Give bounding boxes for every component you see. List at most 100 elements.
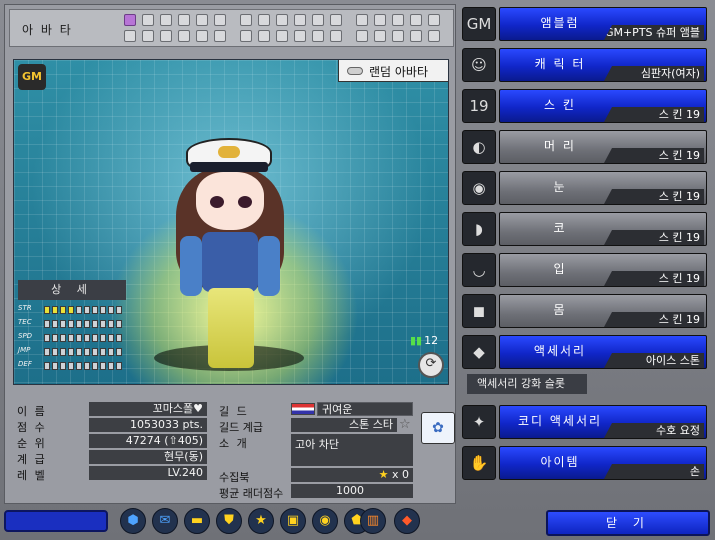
avatar-slot[interactable] <box>330 30 342 42</box>
stat-cell <box>44 348 50 356</box>
character-arm <box>258 236 280 296</box>
accessory-icon[interactable]: ◆ <box>462 335 496 369</box>
stat-detail-title[interactable]: 상 세 <box>18 280 126 300</box>
intro-label: 소 개 <box>219 437 249 450</box>
hand-icon[interactable]: ✋ <box>462 446 496 480</box>
codi-accessory-icon[interactable]: ✦ <box>462 405 496 439</box>
accessory-upgrade-slot-label[interactable]: 액세서리 강화 슬롯 <box>467 374 587 394</box>
level-value: LV.240 <box>89 466 207 480</box>
menu-button[interactable]: 코스 킨 19 <box>499 212 707 246</box>
character-legs <box>208 288 254 368</box>
menu-button[interactable]: 눈스 킨 19 <box>499 171 707 205</box>
avatar-slot[interactable] <box>410 30 422 42</box>
menu-row: ◗ 코 스 킨 19 <box>461 209 711 249</box>
avatar-slot[interactable] <box>258 14 270 26</box>
menu-button[interactable]: 입스 킨 19 <box>499 253 707 287</box>
avatar-slot[interactable] <box>356 30 368 42</box>
avatar-slot[interactable] <box>276 14 288 26</box>
avatar-slot[interactable] <box>392 30 404 42</box>
avatar-slot[interactable] <box>196 14 208 26</box>
avatar-slot[interactable] <box>410 14 422 26</box>
avatar-slot[interactable] <box>276 30 288 42</box>
random-avatar-button[interactable]: 랜덤 아바타 <box>338 60 448 82</box>
avatar-slot[interactable] <box>374 14 386 26</box>
shop-icon[interactable]: ⬢ <box>120 508 146 534</box>
avatar-slot[interactable] <box>428 14 440 26</box>
menu-button[interactable]: 머 리스 킨 19 <box>499 130 707 164</box>
avatar-slot[interactable] <box>142 30 154 42</box>
avatar-slot[interactable] <box>294 30 306 42</box>
guild-grade-star-icon: ☆ <box>399 417 411 432</box>
stat-cell <box>76 362 82 370</box>
card-icon[interactable]: ◆ <box>394 508 420 534</box>
close-button[interactable]: 닫 기 <box>546 510 710 536</box>
avatar-slot[interactable] <box>356 14 368 26</box>
avatar-slot[interactable] <box>214 14 226 26</box>
bag-icon[interactable]: ▣ <box>280 508 306 534</box>
item-icon[interactable]: ▬ <box>184 508 210 534</box>
menu-label: 눈 <box>553 180 567 194</box>
avatar-slot[interactable] <box>142 14 154 26</box>
menu-row: GM 앰블럼 GM+PTS 슈퍼 앰블럼 <box>461 4 711 44</box>
star-icon[interactable]: ★ <box>248 508 274 534</box>
avatar-slot[interactable] <box>178 14 190 26</box>
stat-cell <box>60 348 66 356</box>
gm-emblem-icon[interactable]: GM <box>462 7 496 41</box>
menu-button[interactable]: 액세서리 아이스 스톤 <box>499 335 707 369</box>
mouth-icon[interactable]: ◡ <box>462 253 496 287</box>
menu-button[interactable]: 캐 릭 터 심판자(여자) <box>499 48 707 82</box>
stat-cell <box>116 320 122 328</box>
ranking-icon[interactable]: ▥ <box>360 508 386 534</box>
rotate-view-icon[interactable]: ⟳ <box>418 352 444 378</box>
avatar-slot[interactable] <box>124 30 136 42</box>
toggle-pill-icon <box>347 67 363 75</box>
avatar-slot[interactable] <box>312 30 324 42</box>
stat-cell <box>68 362 74 370</box>
menu-button[interactable]: 코디 액세서리 수호 요정 <box>499 405 707 439</box>
avatar-slot[interactable] <box>240 14 252 26</box>
menu-button[interactable]: 앰블럼 GM+PTS 슈퍼 앰블럼 <box>499 7 707 41</box>
stat-cell <box>108 306 114 314</box>
avatar-slot[interactable] <box>294 14 306 26</box>
shield-icon[interactable]: ⛊ <box>216 508 242 534</box>
stat-cell <box>76 334 82 342</box>
avatar-slot[interactable] <box>428 30 440 42</box>
menu-button[interactable]: 스 킨스 킨 19 <box>499 89 707 123</box>
body-icon[interactable]: ◼ <box>462 294 496 328</box>
stat-cell <box>116 306 122 314</box>
character-icon[interactable]: ☺ <box>462 48 496 82</box>
menu-row: ◉ 눈 스 킨 19 <box>461 168 711 208</box>
eyes-icon[interactable]: ◉ <box>462 171 496 205</box>
avatar-slot[interactable] <box>312 14 324 26</box>
avatar-slot[interactable] <box>178 30 190 42</box>
avatar-slot[interactable] <box>160 30 172 42</box>
menu-value: 스 킨 19 <box>604 312 704 327</box>
name-label: 이 름 <box>17 405 47 418</box>
avatar-slot[interactable] <box>392 14 404 26</box>
nose-icon[interactable]: ◗ <box>462 212 496 246</box>
stat-cell <box>68 320 74 328</box>
stat-row: TEC <box>18 318 126 330</box>
menu-button[interactable]: 몸스 킨 19 <box>499 294 707 328</box>
avatar-slot[interactable] <box>214 30 226 42</box>
avatar-slot[interactable] <box>196 30 208 42</box>
avatar-slot[interactable] <box>240 30 252 42</box>
skin-icon[interactable]: 19 <box>462 89 496 123</box>
collection-star-icon: ★ <box>378 468 392 481</box>
avatar-slot[interactable] <box>258 30 270 42</box>
pouch-icon[interactable]: ◉ <box>312 508 338 534</box>
avatar-slot[interactable] <box>160 14 172 26</box>
menu-button[interactable]: 아이템 손 <box>499 446 707 480</box>
avatar-slot[interactable] <box>330 14 342 26</box>
avatar-slot[interactable] <box>374 30 386 42</box>
stat-detail-panel: 상 세 STR TEC SPD JMP DEF <box>18 280 126 374</box>
stat-cell <box>76 306 82 314</box>
hair-icon[interactable]: ◐ <box>462 130 496 164</box>
stat-cell <box>92 334 98 342</box>
level-label: 레 벨 <box>17 469 47 482</box>
chat-icon[interactable]: ✉ <box>152 508 178 534</box>
stat-label: TEC <box>18 318 32 326</box>
menu-value: 스 킨 19 <box>604 189 704 204</box>
avatar-slot[interactable] <box>124 14 136 26</box>
rank-value: 47274 (⇧405) <box>89 434 207 448</box>
